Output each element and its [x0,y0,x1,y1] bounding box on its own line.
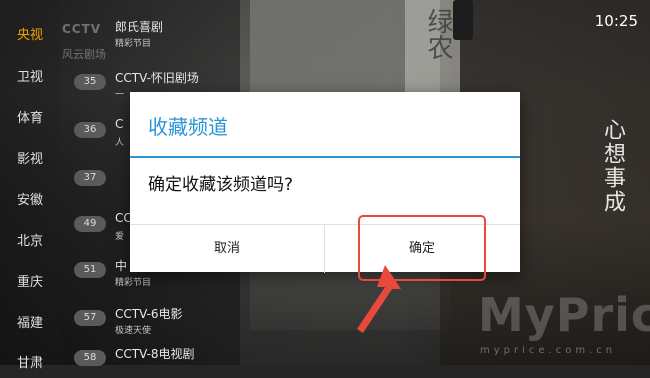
channel-program: 极速天使 [115,326,152,336]
background-sign-text: 绿农 [423,8,453,60]
camera-icon [453,0,473,40]
category-item-beijing[interactable]: 北京 [0,230,60,249]
category-sidebar: 央视 卫视 体育 影视 安徽 北京 重庆 福建 甘肃 [0,0,60,371]
channel-number: 49 [74,216,106,232]
channel-program: 精彩节目 [115,278,152,288]
channel-row[interactable]: 57 CCTV-6电影 极速天使 [74,302,244,338]
channel-program: 一 [115,90,125,100]
channel-program: 人 [115,138,125,148]
channel-number: 57 [74,310,106,326]
channel-program: 精彩节目 [115,39,152,49]
annotation-arrow-icon [357,265,401,333]
watermark-url: myprice.com.cn [480,345,617,356]
category-item-movies[interactable]: 影视 [0,148,60,167]
status-clock: 10:25 [594,12,638,30]
channel-name: CCTV-怀旧剧场 [115,71,199,85]
channel-number: 36 [74,122,106,138]
channel-number: 35 [74,74,106,90]
calligraphy-text: 心想事成 [600,118,625,214]
channel-row[interactable]: 58 CCTV-8电视剧 [74,342,244,378]
category-item-sports[interactable]: 体育 [0,107,60,126]
category-item-satellite[interactable]: 卫视 [0,66,60,85]
category-item-chongqing[interactable]: 重庆 [0,271,60,290]
dialog-divider [130,156,520,158]
category-item-anhui[interactable]: 安徽 [0,189,60,208]
dialog-title: 收藏频道 [148,115,228,139]
cancel-button[interactable]: 取消 [130,225,325,273]
channel-number: 58 [74,350,106,366]
category-item-fujian[interactable]: 福建 [0,312,60,331]
channel-row[interactable]: 郎氏喜剧 精彩节目 [74,15,244,51]
channel-number: 51 [74,262,106,278]
channel-name: 中 [115,259,128,273]
category-item-cctv[interactable]: 央视 [0,24,60,43]
watermark-logo: MyPrice [478,288,650,342]
channel-name: C [115,117,124,131]
channel-name: CCTV-8电视剧 [115,347,195,361]
channel-name: CCTV-6电影 [115,307,183,321]
category-item-gansu[interactable]: 甘肃 [0,352,60,371]
channel-program: 爱 [115,232,125,242]
channel-number: 37 [74,170,106,186]
channel-name: 郎氏喜剧 [115,20,164,34]
dialog-message: 确定收藏该频道吗? [148,175,294,195]
